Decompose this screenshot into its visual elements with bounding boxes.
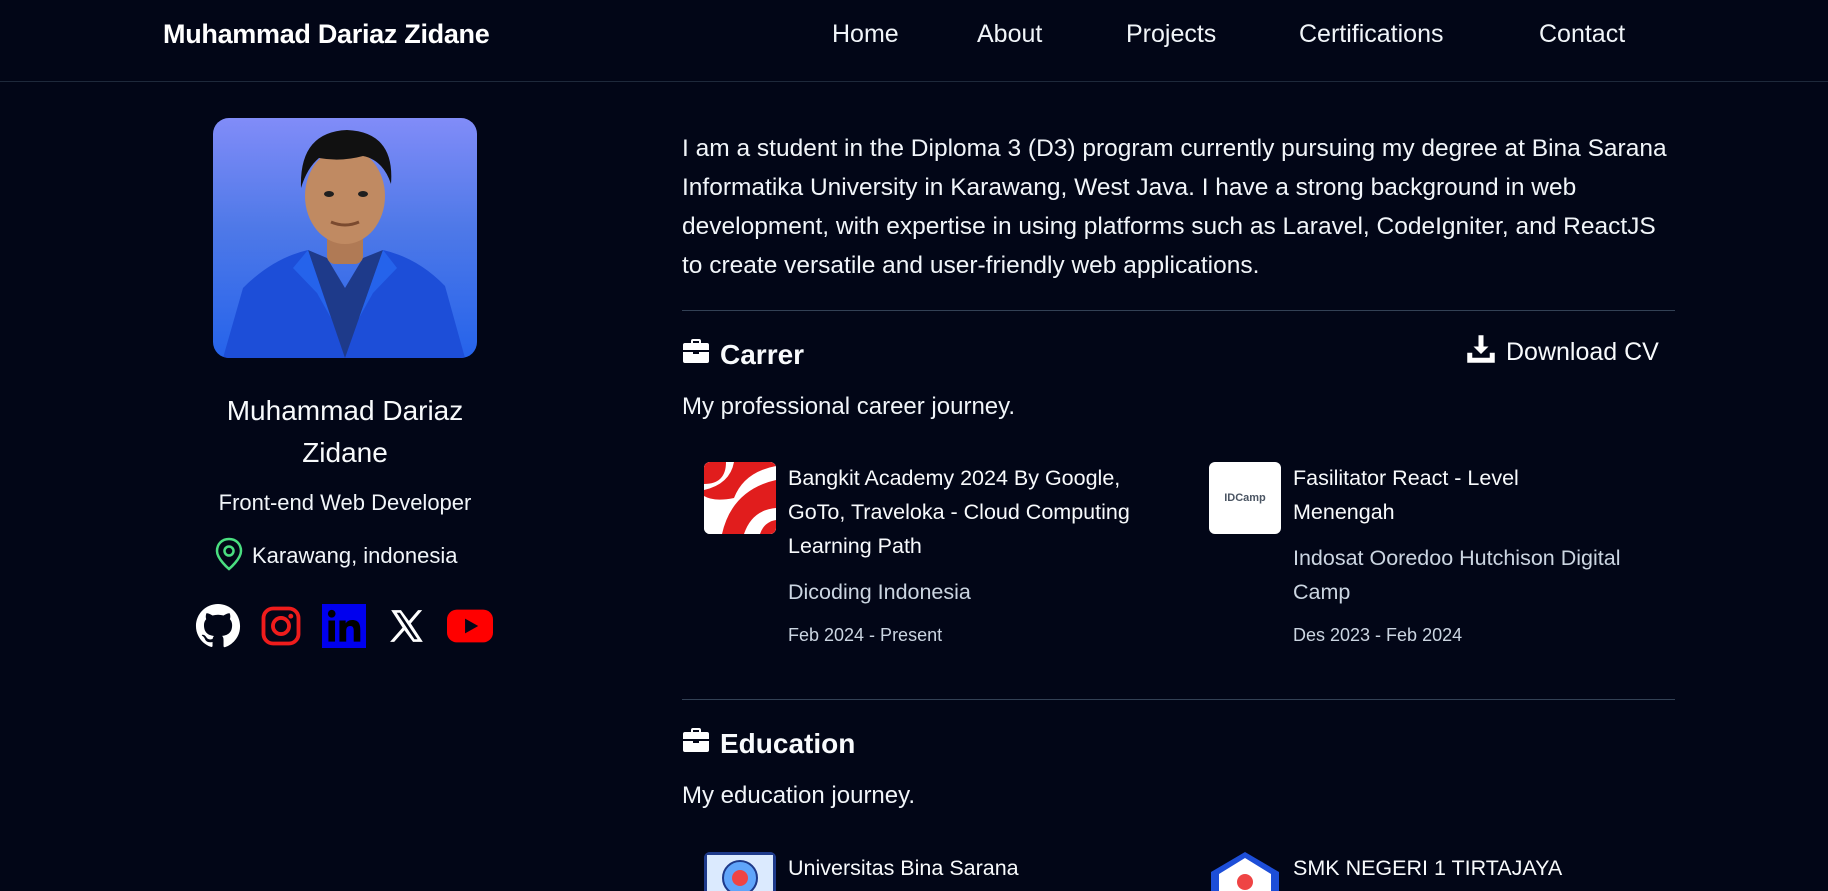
- career-title: Carrer: [720, 338, 805, 370]
- bangkit-logo: [704, 462, 776, 534]
- download-cv-label: Download CV: [1506, 337, 1659, 366]
- education-heading: Education: [682, 727, 855, 760]
- nav-home[interactable]: Home: [832, 20, 899, 49]
- profile-location: Karawang, indonesia: [214, 537, 458, 576]
- download-cv-button[interactable]: Download CV: [1466, 334, 1659, 370]
- idcamp-logo-text: IDCamp: [1224, 492, 1266, 504]
- career-item-date: Feb 2024 - Present: [788, 625, 943, 645]
- profile-name: Muhammad Dariaz Zidane: [226, 395, 464, 468]
- career-subtitle: My professional career journey.: [682, 393, 1016, 420]
- nav-about[interactable]: About: [977, 20, 1042, 49]
- youtube-icon[interactable]: [446, 602, 494, 650]
- education-item-title: SMK NEGERI 1 TIRTAJAYA: [1293, 856, 1563, 880]
- career-item-title: Bangkit Academy 2024 By Google, GoTo, Tr…: [788, 466, 1130, 558]
- intro-paragraph: I am a student in the Diploma 3 (D3) pro…: [682, 135, 1667, 279]
- linkedin-icon[interactable]: [320, 602, 368, 650]
- career-item-org: Dicoding Indonesia: [788, 580, 971, 604]
- nav-projects[interactable]: Projects: [1126, 20, 1216, 49]
- profile-role: Front-end Web Developer: [218, 490, 472, 515]
- instagram-icon[interactable]: [257, 602, 305, 650]
- ubsi-logo: [704, 852, 776, 891]
- smkn-logo: [1209, 852, 1281, 891]
- idcamp-logo: IDCamp: [1209, 462, 1281, 534]
- education-item-title: Universitas Bina Sarana: [788, 856, 1019, 880]
- profile-avatar: [213, 118, 477, 358]
- career-item-date: Des 2023 - Feb 2024: [1293, 625, 1463, 645]
- education-title: Education: [720, 727, 856, 759]
- github-icon[interactable]: [194, 602, 242, 650]
- career-heading: Carrer: [682, 338, 804, 371]
- career-item-title: Fasilitator React - Level Menengah: [1293, 466, 1519, 524]
- nav-contact[interactable]: Contact: [1539, 20, 1625, 49]
- divider: [682, 699, 1675, 700]
- location-text: Karawang, indonesia: [252, 543, 458, 568]
- site-header: Muhammad Dariaz Zidane Home About Projec…: [0, 0, 1828, 82]
- main-nav: Home About Projects Certifications Conta…: [0, 20, 1828, 52]
- location-pin-icon: [214, 537, 244, 576]
- briefcase-icon: [682, 727, 710, 760]
- download-icon: [1466, 334, 1496, 371]
- nav-certifications[interactable]: Certifications: [1299, 20, 1444, 49]
- career-item-org: Indosat Ooredoo Hutchison Digital Camp: [1293, 546, 1621, 604]
- education-subtitle: My education journey.: [682, 782, 916, 809]
- x-icon[interactable]: [383, 602, 431, 650]
- divider: [682, 310, 1675, 311]
- briefcase-icon: [682, 338, 710, 371]
